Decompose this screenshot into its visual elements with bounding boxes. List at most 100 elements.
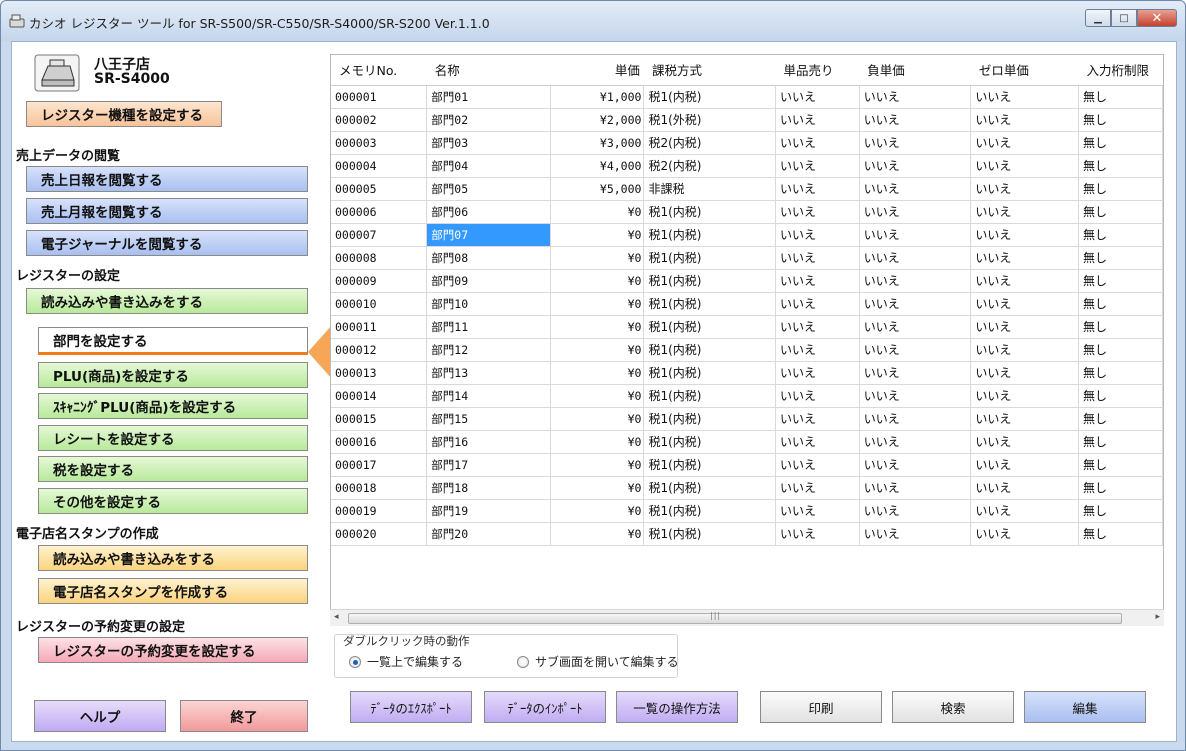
table-cell[interactable]: 部門20 <box>426 522 551 546</box>
set-department-button[interactable]: 部門を設定する <box>38 327 308 355</box>
table-row[interactable]: 000002 部門02 ¥2,000 税1(外税) いいえ いいえ いいえ 無し <box>331 108 1163 132</box>
table-cell[interactable]: いいえ <box>859 223 972 247</box>
table-cell[interactable]: 無し <box>1078 476 1163 500</box>
radio-edit-in-list[interactable]: 一覧上で編集する <box>349 653 463 670</box>
help-button[interactable]: ヘルプ <box>34 700 166 732</box>
table-cell[interactable]: ¥0 <box>550 246 645 270</box>
table-cell[interactable]: 無し <box>1078 200 1163 224</box>
table-cell[interactable]: いいえ <box>859 361 972 385</box>
maximize-icon[interactable]: □ <box>1111 9 1137 27</box>
table-cell[interactable]: ¥4,000 <box>550 154 645 178</box>
search-button[interactable]: 検索 <box>892 691 1014 723</box>
table-cell[interactable]: 税1(外税) <box>643 108 776 132</box>
table-row[interactable]: 000018 部門18 ¥0 税1(内税) いいえ いいえ いいえ 無し <box>331 476 1163 500</box>
table-cell[interactable]: 000012 <box>331 338 428 362</box>
table-cell[interactable]: 無し <box>1078 499 1163 523</box>
table-cell[interactable]: 税1(内税) <box>643 522 776 546</box>
table-cell[interactable]: 部門11 <box>426 315 551 339</box>
table-row[interactable]: 000005 部門05 ¥5,000 非課税 いいえ いいえ いいえ 無し <box>331 177 1163 201</box>
table-cell[interactable]: 部門02 <box>426 108 551 132</box>
table-cell[interactable]: いいえ <box>775 223 860 247</box>
table-cell[interactable]: いいえ <box>775 108 860 132</box>
table-cell[interactable]: いいえ <box>970 361 1080 385</box>
table-cell[interactable]: 部門14 <box>426 384 551 408</box>
table-cell[interactable]: いいえ <box>859 453 972 477</box>
table-cell[interactable]: 税1(内税) <box>643 453 776 477</box>
table-row[interactable]: 000004 部門04 ¥4,000 税2(内税) いいえ いいえ いいえ 無し <box>331 154 1163 178</box>
table-row[interactable]: 000012 部門12 ¥0 税1(内税) いいえ いいえ いいえ 無し <box>331 338 1163 362</box>
table-cell[interactable]: 000018 <box>331 476 428 500</box>
table-cell[interactable]: 部門15 <box>426 407 551 431</box>
table-cell[interactable]: いいえ <box>859 269 972 293</box>
table-cell[interactable]: 部門18 <box>426 476 551 500</box>
table-row[interactable]: 000001 部門01 ¥1,000 税1(内税) いいえ いいえ いいえ 無し <box>331 85 1163 109</box>
table-cell[interactable]: 無し <box>1078 154 1163 178</box>
table-cell[interactable]: いいえ <box>775 384 860 408</box>
radio-edit-in-subscreen[interactable]: サブ画面を開いて編集する <box>517 653 679 670</box>
set-reservation-button[interactable]: レジスターの予約変更を設定する <box>38 637 308 663</box>
column-header[interactable]: 単品売り <box>775 55 860 86</box>
table-cell[interactable]: 000002 <box>331 108 428 132</box>
table-cell[interactable]: 税1(内税) <box>643 269 776 293</box>
table-cell[interactable]: いいえ <box>775 361 860 385</box>
set-receipt-button[interactable]: レシートを設定する <box>38 425 308 451</box>
table-cell[interactable]: いいえ <box>859 246 972 270</box>
table-cell[interactable]: 無し <box>1078 430 1163 454</box>
table-cell[interactable]: 部門12 <box>426 338 551 362</box>
table-cell[interactable]: 無し <box>1078 453 1163 477</box>
table-cell[interactable]: 000011 <box>331 315 428 339</box>
table-cell[interactable]: 000009 <box>331 269 428 293</box>
table-cell[interactable]: いいえ <box>859 476 972 500</box>
table-cell[interactable]: 無し <box>1078 315 1163 339</box>
table-cell[interactable]: ¥0 <box>550 200 645 224</box>
table-cell[interactable]: 無し <box>1078 131 1163 155</box>
table-cell[interactable]: いいえ <box>775 522 860 546</box>
table-cell[interactable]: いいえ <box>970 384 1080 408</box>
column-header[interactable]: 課税方式 <box>643 55 776 86</box>
table-cell[interactable]: いいえ <box>859 108 972 132</box>
table-cell[interactable]: 部門07 <box>426 223 551 247</box>
table-cell[interactable]: 無し <box>1078 223 1163 247</box>
column-header[interactable]: ゼロ単価 <box>970 55 1079 86</box>
table-cell[interactable]: 000016 <box>331 430 428 454</box>
table-cell[interactable]: いいえ <box>775 430 860 454</box>
set-plu-button[interactable]: PLU(商品)を設定する <box>38 362 308 388</box>
table-cell[interactable]: ¥0 <box>550 292 645 316</box>
exit-button[interactable]: 終了 <box>180 700 308 732</box>
view-electronic-journal-button[interactable]: 電子ジャーナルを閲覧する <box>26 230 308 256</box>
close-icon[interactable]: ✕ <box>1137 9 1177 27</box>
table-cell[interactable]: 税1(内税) <box>643 292 776 316</box>
table-cell[interactable]: いいえ <box>859 522 972 546</box>
table-cell[interactable]: 000017 <box>331 453 428 477</box>
set-register-model-button[interactable]: レジスター機種を設定する <box>26 101 222 127</box>
table-row[interactable]: 000019 部門19 ¥0 税1(内税) いいえ いいえ いいえ 無し <box>331 499 1163 523</box>
table-cell[interactable]: ¥0 <box>550 522 645 546</box>
table-cell[interactable]: 無し <box>1078 361 1163 385</box>
table-cell[interactable]: いいえ <box>775 154 860 178</box>
table-cell[interactable]: 税1(内税) <box>643 361 776 385</box>
scroll-left-icon[interactable]: ◂ <box>334 612 339 622</box>
table-cell[interactable]: いいえ <box>859 430 972 454</box>
table-cell[interactable]: 000014 <box>331 384 428 408</box>
table-cell[interactable]: 税1(内税) <box>643 476 776 500</box>
table-cell[interactable]: いいえ <box>859 85 972 109</box>
view-daily-sales-button[interactable]: 売上日報を閲覧する <box>26 166 308 192</box>
stamp-read-write-button[interactable]: 読み込みや書き込みをする <box>38 545 308 571</box>
table-cell[interactable]: 無し <box>1078 85 1163 109</box>
table-cell[interactable]: ¥0 <box>550 453 645 477</box>
table-cell[interactable]: 税2(内税) <box>643 131 776 155</box>
table-cell[interactable]: 税1(内税) <box>643 246 776 270</box>
table-cell[interactable]: いいえ <box>970 154 1080 178</box>
export-data-button[interactable]: ﾃﾞｰﾀのｴｸｽﾎﾟｰﾄ <box>350 691 472 723</box>
table-cell[interactable]: 無し <box>1078 338 1163 362</box>
table-cell[interactable]: いいえ <box>970 292 1080 316</box>
table-cell[interactable]: 000004 <box>331 154 428 178</box>
table-cell[interactable]: いいえ <box>775 131 860 155</box>
print-button[interactable]: 印刷 <box>760 691 882 723</box>
table-cell[interactable]: いいえ <box>970 177 1080 201</box>
table-cell[interactable]: いいえ <box>859 131 972 155</box>
table-cell[interactable]: 000003 <box>331 131 428 155</box>
table-cell[interactable]: 無し <box>1078 292 1163 316</box>
edit-button[interactable]: 編集 <box>1024 691 1146 723</box>
table-cell[interactable]: いいえ <box>970 476 1080 500</box>
